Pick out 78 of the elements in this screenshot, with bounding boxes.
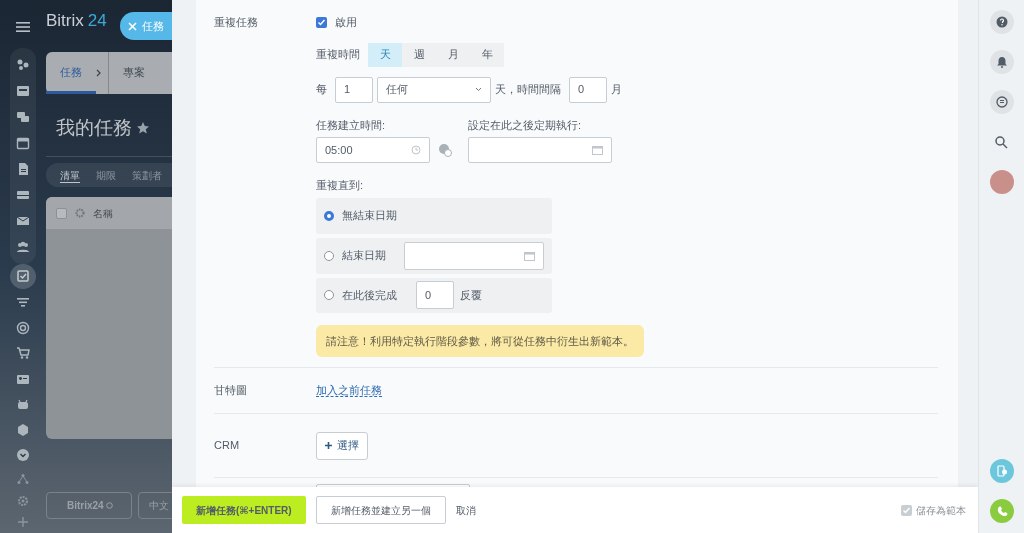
window-icon [16,83,30,98]
chat-icon [16,109,30,124]
column-header: 名稱 [93,206,113,221]
add-previous-task-link[interactable]: 加入之前任務 [316,384,382,398]
date-field[interactable] [403,241,544,270]
plus-icon [17,516,29,529]
star-icon [136,120,150,135]
phone-icon [995,505,1008,517]
radio-option[interactable]: 結束日期 [324,247,398,264]
help-button[interactable] [989,10,1014,34]
time-field[interactable]: 05:00 [316,137,430,163]
sidebar-item[interactable] [10,263,36,290]
checkmark-icon [902,505,911,515]
notice-message: 請注意！利用特定執行階段參數，將可從任務中衍生出新範本。 [316,324,644,357]
enable-checkbox[interactable]: 啟用 [316,14,938,31]
cube-icon [16,422,30,437]
bell-icon [995,56,1008,68]
target-icon [16,320,30,335]
field-label: 重複時間 [316,47,360,63]
circles-icon [16,57,30,72]
select-button[interactable]: 選擇 [316,431,368,460]
radio-option[interactable]: 無結束日期 [324,207,397,224]
chat-button[interactable] [989,90,1014,114]
add-another-button[interactable]: 新增任務並建立另一個 [315,496,446,524]
cart-icon [16,346,30,361]
input-field[interactable]: 1 [335,76,373,103]
view-tab[interactable]: 清單 [60,167,80,183]
checkmark-icon [317,17,326,27]
bell-button[interactable] [989,50,1014,74]
robot-icon [16,397,30,412]
network-icon [17,472,29,485]
add-task-button[interactable]: 新增任務(⌘+ENTER) [182,496,306,524]
field-label: 甘特圖 [214,383,248,399]
chevron-right-icon [96,68,102,77]
chat-icon [995,96,1008,108]
period-tab[interactable]: 年 [470,42,504,67]
field-label: 設定在此之後定期執行: [468,117,583,133]
field-label: 每 [316,82,327,98]
field-label: 月 [611,82,622,98]
period-tab[interactable]: 天 [368,42,402,67]
input-field[interactable]: 0 [569,76,607,103]
field-label: 重複直到: [316,178,365,193]
cancel-link[interactable]: 取消 [455,502,476,518]
field-label: 反覆 [460,287,482,303]
plus-icon [325,442,332,449]
settings-icon [17,494,29,507]
calendar-icon [592,145,603,155]
breadcrumb-tab[interactable]: 專案 [109,51,159,94]
calendar-icon [524,250,535,261]
period-tab[interactable]: 週 [402,42,436,67]
page-title: 我的任務 [56,115,132,140]
field-label: 任務建立時間: [316,117,387,133]
chevron-circle-icon [16,448,30,463]
clock-icon [411,145,421,155]
field-label: 重複任務 [214,15,259,30]
dropdown-field[interactable]: 任何 [377,76,491,103]
phone-cloud-icon [995,465,1008,477]
period-tab[interactable]: 月 [436,42,470,67]
date-field[interactable] [468,137,612,163]
help-icon [995,16,1008,28]
people-icon [16,239,30,254]
radio-option[interactable]: 在此後完成 [324,286,410,304]
close-icon [128,21,137,31]
field-label: 天，時間間隔 [495,82,561,98]
search-icon [995,135,1008,149]
clock-icon [105,502,113,509]
checked-square-icon [16,269,30,284]
chevron-down-icon [475,87,482,92]
view-tab[interactable]: 期限 [96,167,116,183]
save-template-checkbox[interactable]: 儲存為範本 [901,502,966,518]
select-all-checkbox[interactable] [56,207,67,219]
input-field[interactable]: 0 [416,281,454,309]
field-label: CRM [214,438,241,454]
calendar-icon [16,135,30,150]
logo: Bitrix 24 [46,10,107,32]
document-icon [16,161,30,176]
view-tab[interactable]: 策劃者 [132,167,162,183]
gear-icon [75,208,85,218]
